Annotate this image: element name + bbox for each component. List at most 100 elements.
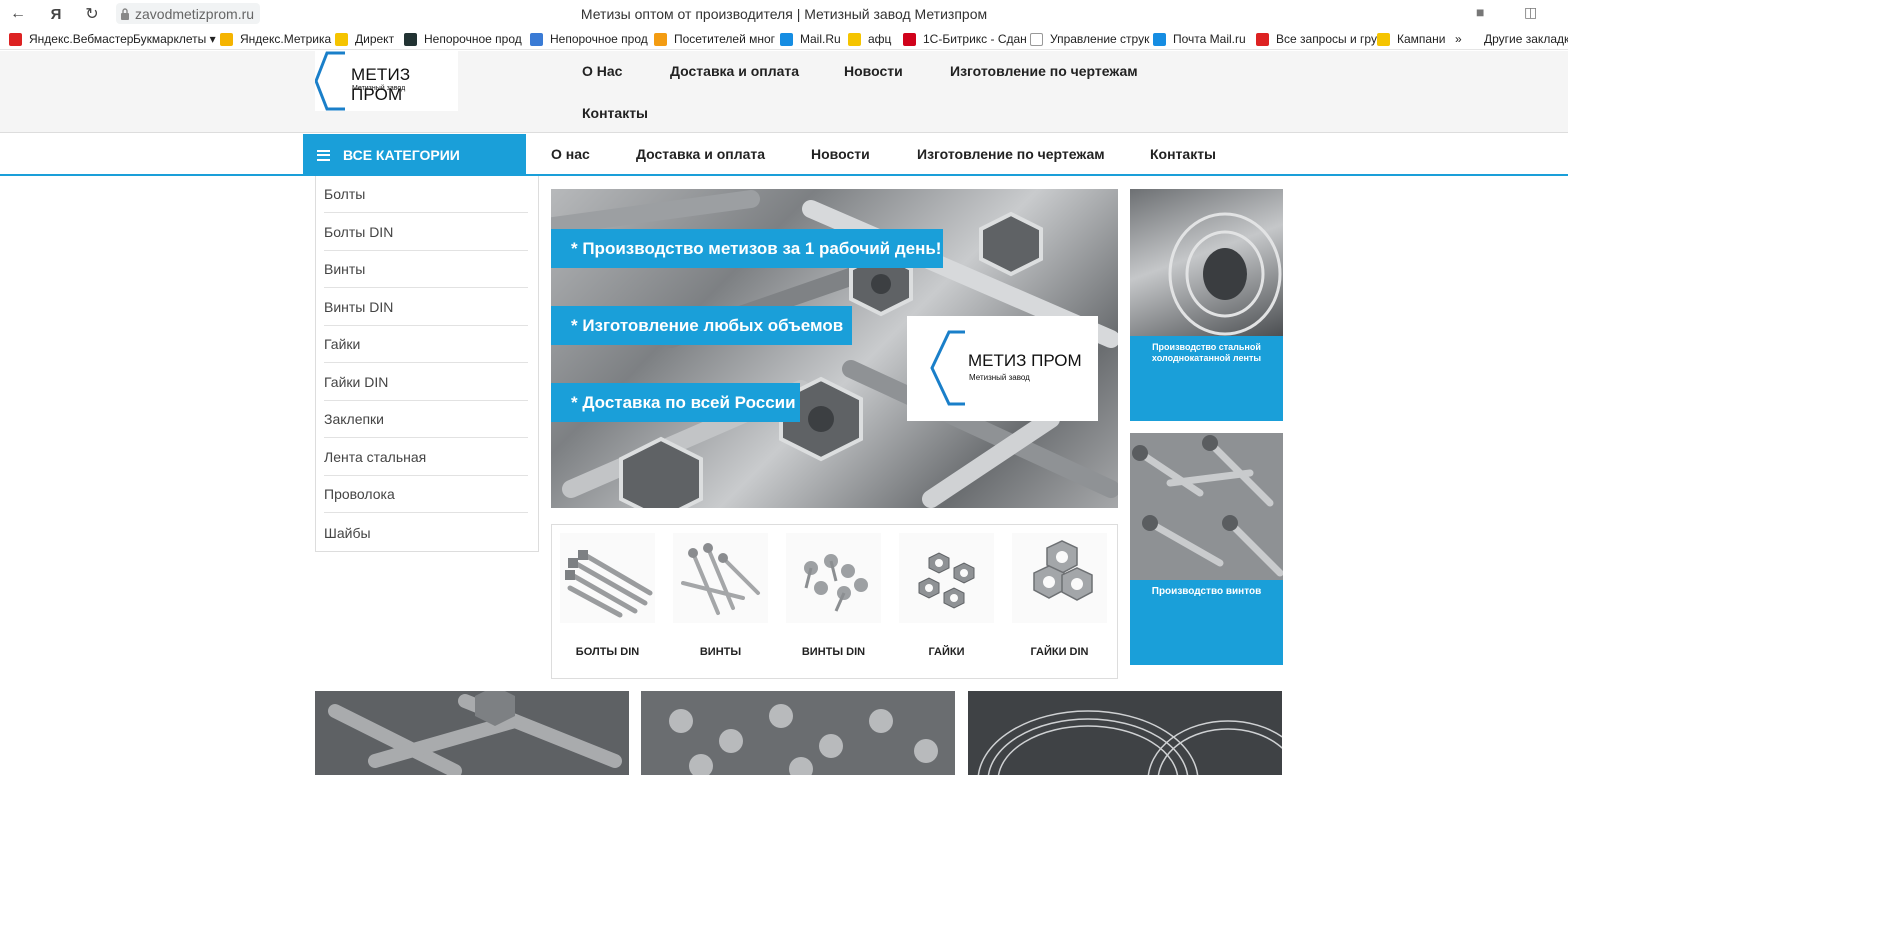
bookmark-label: Все запросы и гру — [1276, 32, 1377, 46]
favicon-icon — [530, 32, 543, 46]
product-image — [673, 533, 768, 623]
bookmark-item[interactable]: Почта Mail.ru — [1153, 31, 1246, 47]
product-card[interactable]: ВИНТЫ DIN — [786, 533, 881, 663]
bookmark-item[interactable]: Другие закладки — [1484, 31, 1568, 47]
product-card[interactable]: ГАЙКИ DIN — [1012, 533, 1107, 663]
bookmark-item[interactable]: Управление струк — [1030, 31, 1149, 47]
nav-drawings[interactable]: Изготовление по чертежам — [917, 146, 1105, 162]
top-menu-about[interactable]: О Нас — [582, 63, 622, 79]
bookmark-item[interactable]: Директ — [335, 31, 394, 47]
favicon-icon — [654, 32, 667, 46]
all-categories-button[interactable]: ВСЕ КАТЕГОРИИ — [303, 134, 526, 176]
bookmark-label: Кампани — [1397, 32, 1446, 46]
category-item[interactable]: Винты — [324, 251, 528, 288]
bookmark-item[interactable]: афц — [848, 31, 891, 47]
category-item[interactable]: Лента стальная — [324, 439, 528, 476]
product-card[interactable]: ГАЙКИ — [899, 533, 994, 663]
reload-icon[interactable]: ↻ — [80, 2, 104, 26]
bookmark-label: Посетителей мног — [674, 32, 776, 46]
wire-tile-image[interactable] — [968, 691, 1282, 775]
favicon-icon — [780, 32, 793, 46]
nav-about[interactable]: О нас — [551, 146, 590, 162]
bookmark-label: Непорочное прод — [424, 32, 522, 46]
bookmark-label: Почта Mail.ru — [1173, 32, 1246, 46]
favicon-icon — [1153, 32, 1166, 46]
hero-logo: МЕТИЗ ПРОМ Метизный завод — [907, 316, 1098, 421]
bookmark-item[interactable]: » — [1455, 31, 1462, 47]
bookmark-item[interactable]: Mail.Ru — [780, 31, 841, 47]
product-name: ВИНТЫ DIN — [801, 646, 866, 658]
favicon-icon — [1030, 32, 1043, 46]
category-item[interactable]: Шайбы — [324, 514, 528, 551]
bookmark-item[interactable]: Все запросы и гру — [1256, 31, 1377, 47]
product-image — [1012, 533, 1107, 623]
category-item[interactable]: Болты DIN — [324, 214, 528, 251]
favicon-icon — [903, 32, 916, 46]
bookmark-label: » — [1455, 32, 1462, 46]
category-list: Болты Болты DIN Винты Винты DIN Гайки Га… — [315, 176, 539, 552]
product-name: ГАЙКИ DIN — [1030, 646, 1089, 658]
bookmark-label: 1С-Битрикс - Сдан — [923, 32, 1027, 46]
back-icon[interactable]: ← — [6, 2, 30, 26]
steel-coil-image — [1130, 189, 1283, 336]
bookmark-item[interactable]: Посетителей мног — [654, 31, 775, 47]
top-menu-news[interactable]: Новости — [844, 63, 903, 79]
hero-tag: * Изготовление любых объемов — [551, 306, 852, 345]
bookmark-item[interactable]: Непорочное прод — [530, 31, 648, 47]
product-image — [899, 533, 994, 623]
bookmark-item[interactable]: Кампани — [1377, 31, 1445, 47]
bookmark-label: Яндекс.Метрика — [240, 32, 332, 46]
nav-news[interactable]: Новости — [811, 146, 870, 162]
logo-subtitle: Метизный завод — [352, 85, 406, 92]
hero-banner[interactable]: * Производство метизов за 1 рабочий день… — [551, 189, 1118, 508]
bookmark-label: Управление струк — [1050, 32, 1150, 46]
lock-icon — [121, 7, 129, 20]
bookmark-item[interactable]: Яндекс.Вебмастер — [9, 31, 133, 47]
bookmark-item[interactable]: 1С-Битрикс - Сдан — [903, 31, 1027, 47]
product-name: ВИНТЫ — [699, 646, 742, 658]
favicon-icon — [335, 32, 348, 46]
favicon-icon — [1377, 32, 1390, 46]
bookmark-item[interactable]: Непорочное прод — [404, 31, 522, 47]
extensions-icon[interactable]: ◫ — [1524, 4, 1537, 21]
site-header: МЕТИЗ ПРОМ Метизный завод О Нас Доставка… — [0, 51, 1568, 133]
top-menu-contacts[interactable]: Контакты — [582, 105, 648, 121]
product-card[interactable]: БОЛТЫ DIN — [560, 533, 655, 663]
category-item[interactable]: Проволока — [324, 476, 528, 513]
nav-delivery[interactable]: Доставка и оплата — [636, 146, 765, 162]
screws-image — [1130, 433, 1283, 580]
product-name: ГАЙКИ — [928, 646, 965, 658]
top-menu-drawings[interactable]: Изготовление по чертежам — [950, 63, 1138, 79]
favicon-icon — [9, 32, 22, 46]
bookmark-label: Директ — [355, 32, 395, 46]
list-icon — [317, 149, 330, 161]
category-item[interactable]: Болты — [324, 176, 528, 213]
hero-tag: * Доставка по всей России — [551, 383, 800, 422]
site-logo[interactable]: МЕТИЗ ПРОМ Метизный завод — [315, 51, 458, 111]
promo-card[interactable]: Производство стальной холоднокатанной ле… — [1130, 189, 1283, 421]
address-bar[interactable]: zavodmetizprom.ru — [116, 3, 261, 24]
promo-card[interactable]: Производство винтов — [1130, 433, 1283, 665]
bookmark-label: Mail.Ru — [800, 32, 841, 46]
promo-label: Производство винтов — [1130, 580, 1283, 665]
top-menu-delivery[interactable]: Доставка и оплата — [670, 63, 799, 79]
category-item[interactable]: Гайки — [324, 326, 528, 363]
bookmark-label: Букмарклеты ▾ — [133, 32, 216, 46]
hero-logo-title: МЕТИЗ ПРОМ — [968, 351, 1082, 370]
category-item[interactable]: Винты DIN — [324, 289, 528, 326]
rivets-tile-image[interactable] — [641, 691, 955, 775]
bookmark-label: Непорочное прод — [550, 32, 648, 46]
main-nav: ВСЕ КАТЕГОРИИ О нас Доставка и оплата Но… — [0, 134, 1568, 176]
category-item[interactable]: Заклепки — [324, 401, 528, 438]
yandex-icon[interactable]: Я — [44, 2, 68, 26]
bookmark-item[interactable]: Букмарклеты ▾ — [133, 31, 216, 47]
hero-tag: * Производство метизов за 1 рабочий день… — [551, 229, 943, 268]
bookmark-item[interactable]: Яндекс.Метрика — [220, 31, 331, 47]
bookmark-icon[interactable]: ■ — [1476, 4, 1484, 20]
product-strip: БОЛТЫ DIN ВИНТЫ ВИНТЫ DIN ГАЙКИ ГАЙКИ DI… — [551, 524, 1118, 679]
product-card[interactable]: ВИНТЫ — [673, 533, 768, 663]
bookmark-label: Яндекс.Вебмастер — [29, 32, 134, 46]
category-item[interactable]: Гайки DIN — [324, 364, 528, 401]
nav-contacts[interactable]: Контакты — [1150, 146, 1216, 162]
bolts-tile-image[interactable] — [315, 691, 629, 775]
